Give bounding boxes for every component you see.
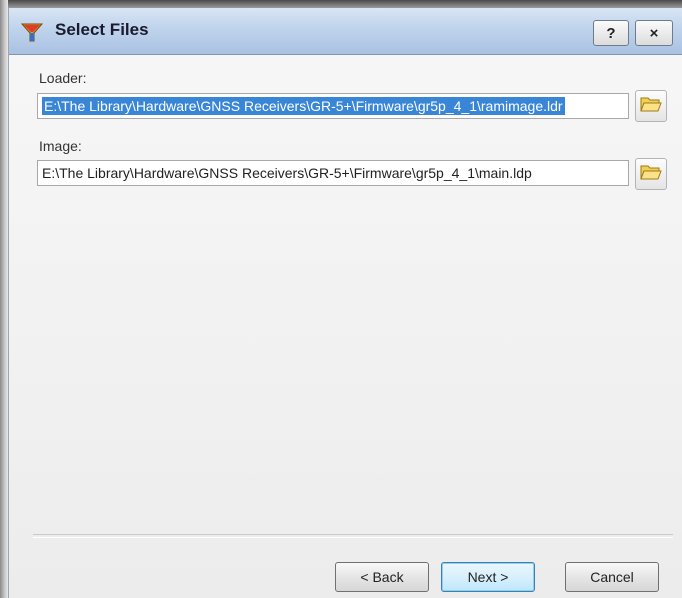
- help-icon: ?: [606, 24, 616, 42]
- back-button-label: < Back: [360, 569, 404, 585]
- loader-path-field[interactable]: E:\The Library\Hardware\GNSS Receivers\G…: [37, 93, 629, 119]
- title-bar[interactable]: Select Files ? ×: [9, 8, 682, 55]
- next-button-label: Next >: [467, 569, 509, 585]
- back-button[interactable]: < Back: [335, 562, 429, 592]
- image-path-value: E:\The Library\Hardware\GNSS Receivers\G…: [42, 165, 532, 181]
- help-button[interactable]: ?: [593, 20, 629, 46]
- folder-open-icon: [640, 95, 662, 118]
- cancel-button[interactable]: Cancel: [565, 562, 659, 592]
- loader-path-value: E:\The Library\Hardware\GNSS Receivers\G…: [42, 97, 565, 115]
- loader-browse-button[interactable]: [635, 90, 667, 122]
- next-button[interactable]: Next >: [441, 562, 535, 592]
- close-icon: ×: [649, 24, 659, 42]
- image-path-field[interactable]: E:\The Library\Hardware\GNSS Receivers\G…: [37, 160, 629, 186]
- cancel-button-label: Cancel: [590, 569, 634, 585]
- background-edge-top: [8, 0, 682, 8]
- loader-label: Loader:: [39, 70, 87, 86]
- image-label: Image:: [39, 138, 82, 154]
- footer-separator: [33, 534, 673, 538]
- image-browse-button[interactable]: [635, 158, 667, 190]
- folder-open-icon: [640, 163, 662, 186]
- funnel-app-icon: [20, 21, 44, 43]
- dialog-title: Select Files: [55, 20, 149, 39]
- background-edge: [0, 0, 8, 598]
- select-files-dialog: Select Files ? × Loader: E:\The Library\…: [8, 8, 682, 598]
- close-button[interactable]: ×: [635, 20, 673, 46]
